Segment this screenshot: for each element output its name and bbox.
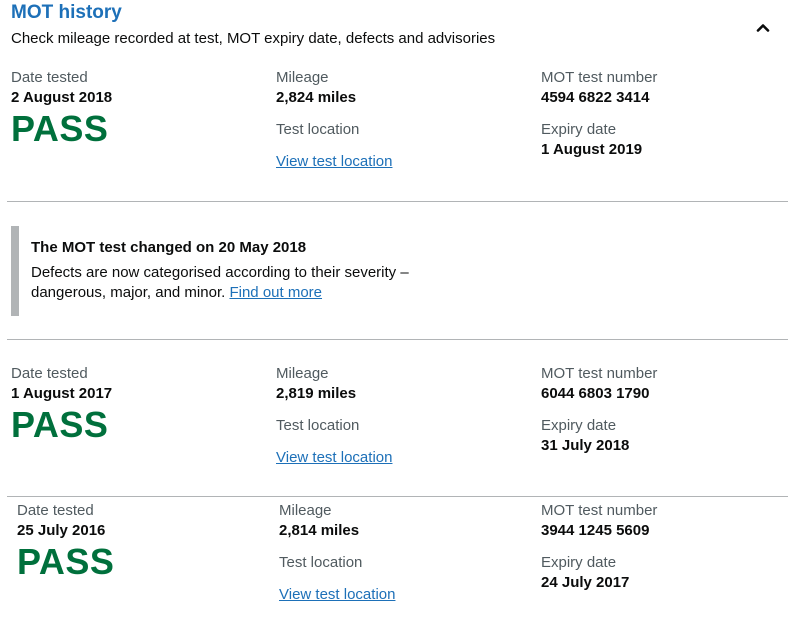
expiry-date-label: Expiry date: [541, 554, 617, 571]
mot-test-number-value: 6044 6803 1790: [541, 385, 650, 402]
mileage-label: Mileage: [276, 69, 329, 86]
test-location-label: Test location: [276, 417, 360, 434]
find-out-more-link[interactable]: Find out more: [229, 284, 322, 301]
date-column: Date tested 2 August 2018 PASS: [11, 68, 261, 148]
mileage-label: Mileage: [279, 502, 332, 519]
date-tested-label: Date tested: [17, 502, 94, 519]
test-number-column: MOT test number 4594 6822 3414 Expiry da…: [541, 68, 788, 160]
test-location-label: Test location: [276, 121, 360, 138]
mileage-value: 2,824 miles: [276, 89, 357, 106]
mileage-column: Mileage 2,814 miles Test location View t…: [279, 501, 529, 605]
page-title: MOT history: [11, 2, 122, 23]
test-result: PASS: [11, 404, 109, 445]
date-tested-value: 25 July 2016: [17, 522, 106, 539]
expiry-date-value: 1 August 2019: [541, 141, 643, 158]
notice-body: Defects are now categorised according to…: [31, 263, 431, 303]
date-column: Date tested 1 August 2017 PASS: [11, 364, 261, 444]
divider: [7, 201, 788, 202]
mot-test-number-label: MOT test number: [541, 502, 658, 519]
mot-test-number-value: 4594 6822 3414: [541, 89, 650, 106]
view-test-location-link[interactable]: View test location: [279, 585, 395, 605]
notice-text: Defects are now categorised according to…: [31, 264, 409, 301]
mileage-value: 2,819 miles: [276, 385, 357, 402]
date-tested-label: Date tested: [11, 69, 88, 86]
chevron-up-icon: [756, 24, 770, 32]
date-tested-label: Date tested: [11, 365, 88, 382]
mot-test-number-value: 3944 1245 5609: [541, 522, 650, 539]
test-result: PASS: [11, 108, 109, 149]
date-tested-value: 2 August 2018: [11, 89, 113, 106]
expiry-date-value: 24 July 2017: [541, 574, 630, 591]
view-test-location-link[interactable]: View test location: [276, 152, 392, 172]
mot-change-notice: The MOT test changed on 20 May 2018 Defe…: [11, 226, 471, 316]
page-subtitle: Check mileage recorded at test, MOT expi…: [11, 30, 496, 47]
mot-history-header: MOT history Check mileage recorded at te…: [11, 0, 781, 60]
notice-title: The MOT test changed on 20 May 2018: [31, 239, 307, 256]
test-number-column: MOT test number 3944 1245 5609 Expiry da…: [541, 501, 788, 593]
mileage-column: Mileage 2,824 miles Test location View t…: [276, 68, 526, 172]
divider: [7, 496, 788, 497]
expiry-date-label: Expiry date: [541, 121, 617, 138]
expiry-date-value: 31 July 2018: [541, 437, 630, 454]
test-location-label: Test location: [279, 554, 363, 571]
mot-test-number-label: MOT test number: [541, 69, 658, 86]
divider: [7, 339, 788, 340]
test-result: PASS: [17, 541, 115, 582]
date-tested-value: 1 August 2017: [11, 385, 113, 402]
expiry-date-label: Expiry date: [541, 417, 617, 434]
mot-test-number-label: MOT test number: [541, 365, 658, 382]
date-column: Date tested 25 July 2016 PASS: [17, 501, 267, 581]
view-test-location-link[interactable]: View test location: [276, 448, 392, 468]
mileage-label: Mileage: [276, 365, 329, 382]
test-number-column: MOT test number 6044 6803 1790 Expiry da…: [541, 364, 788, 456]
collapse-button[interactable]: [753, 18, 773, 38]
mileage-column: Mileage 2,819 miles Test location View t…: [276, 364, 526, 468]
mileage-value: 2,814 miles: [279, 522, 360, 539]
